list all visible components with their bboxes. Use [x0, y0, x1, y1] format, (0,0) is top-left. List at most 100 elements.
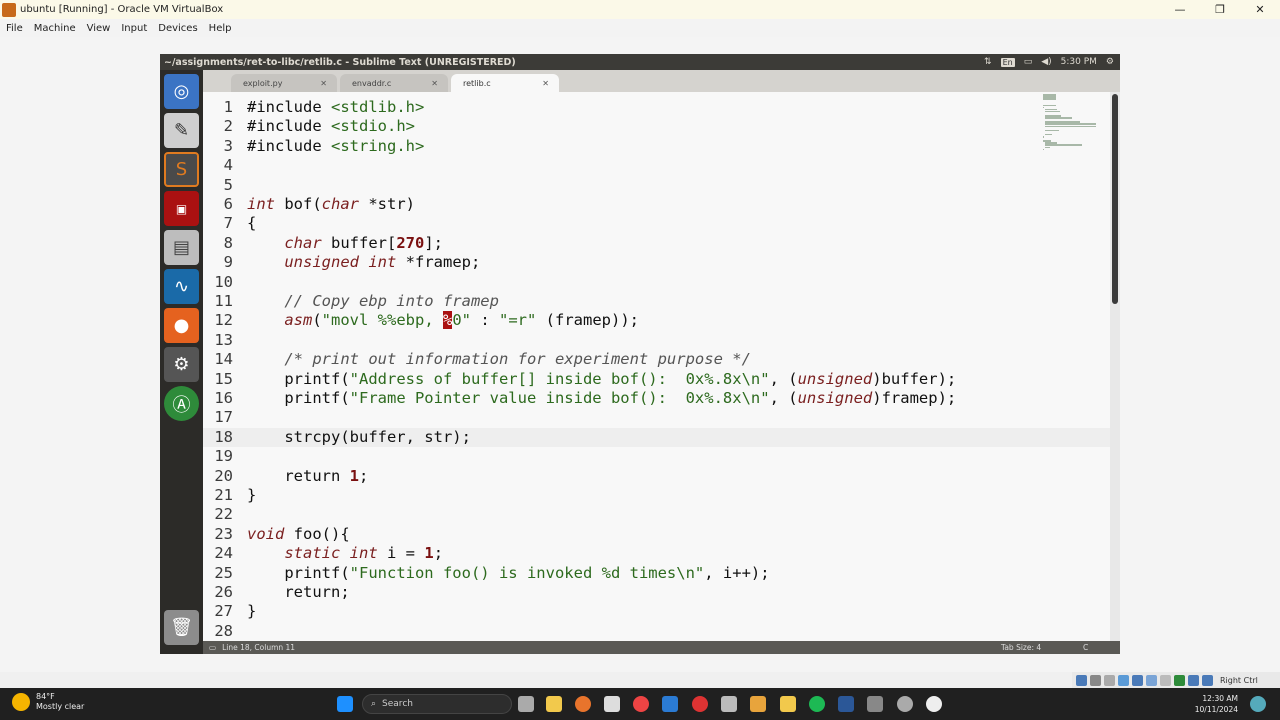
wireshark-icon[interactable]: ∿ — [164, 269, 199, 304]
mouse-integration-icon[interactable] — [1202, 674, 1213, 686]
tab-exploit-py[interactable]: exploit.py ✕ — [231, 74, 337, 92]
restore-button[interactable]: ❐ — [1200, 0, 1240, 19]
word-icon[interactable] — [838, 696, 854, 712]
tab-size-indicator[interactable]: Tab Size: 4 — [1001, 643, 1041, 652]
spotify-icon[interactable] — [809, 696, 825, 712]
code-line[interactable]: void foo(){ — [247, 525, 350, 544]
code-line[interactable]: printf("Frame Pointer value inside bof()… — [247, 389, 956, 408]
battery-icon[interactable]: ▭ — [1024, 57, 1033, 67]
tab-label: exploit.py — [243, 79, 283, 88]
app-icon-8[interactable] — [721, 696, 737, 712]
settings-icon[interactable] — [867, 696, 883, 712]
line-number: 8 — [223, 233, 233, 252]
volume-icon[interactable]: ◀) — [1041, 57, 1051, 67]
firefox-icon[interactable]: ● — [164, 308, 199, 343]
chrome-icon[interactable] — [633, 696, 649, 712]
file-cabinet-icon[interactable]: ▤ — [164, 230, 199, 265]
audio-icon[interactable] — [1104, 674, 1115, 686]
search-box[interactable]: ⌕ Search — [362, 694, 512, 714]
taskbar-clock[interactable]: 12:30 AM 10/11/2024 — [1195, 693, 1238, 715]
trash-icon[interactable]: 🗑 — [164, 610, 199, 645]
code-line[interactable]: return 1; — [247, 467, 368, 486]
cpu-icon[interactable] — [1188, 674, 1199, 686]
code-line[interactable]: char buffer[270]; — [247, 234, 443, 253]
tab-envaddr-c[interactable]: envaddr.c ✕ — [340, 74, 448, 92]
code-line[interactable]: // Copy ebp into framep — [247, 292, 499, 311]
code-line[interactable]: } — [247, 486, 256, 505]
minimap[interactable] — [1043, 94, 1103, 154]
minimap-line — [1043, 98, 1057, 100]
scrollbar-thumb[interactable] — [1112, 94, 1118, 304]
code-line[interactable]: asm("movl %%ebp, %0" : "=r" (framep)); — [247, 311, 639, 330]
code-line[interactable]: } — [247, 602, 256, 621]
close-button[interactable]: ✕ — [1240, 0, 1280, 19]
line-number: 21 — [214, 486, 233, 504]
minimize-button[interactable]: — — [1160, 0, 1200, 19]
panel-toggle-icon[interactable]: ▭ — [209, 643, 216, 652]
code-line[interactable]: static int i = 1; — [247, 544, 443, 563]
settings-gear-icon[interactable]: ⚙ — [1106, 57, 1114, 67]
task-view-icon[interactable] — [518, 696, 534, 712]
code-editor[interactable]: 1 2 3 4 5 6 7 8 9 10 11 12 13 14 15 16 17 18 19 20 21 22 23 24 2… — [203, 92, 1110, 641]
code-line[interactable]: #include <stdio.h> — [247, 117, 415, 136]
hard-disk-icon[interactable] — [1076, 674, 1087, 686]
line-number: 15 — [214, 369, 233, 388]
app-icon-7[interactable] — [692, 696, 708, 712]
network-adapter-icon[interactable] — [1118, 674, 1129, 686]
menu-input[interactable]: Input — [121, 23, 147, 34]
store-icon[interactable] — [662, 696, 678, 712]
line-number: 22 — [214, 505, 233, 524]
line-number: 18 — [214, 427, 233, 446]
code-line[interactable]: unsigned int *framep; — [247, 253, 480, 272]
display-icon[interactable] — [1160, 674, 1171, 686]
line-number: 7 — [223, 214, 233, 233]
code-line[interactable]: strcpy(buffer, str); — [247, 428, 471, 447]
code-line[interactable]: printf("Address of buffer[] inside bof()… — [247, 370, 956, 389]
usb-icon[interactable] — [1132, 674, 1143, 686]
app-icon-15[interactable] — [926, 696, 942, 712]
firefox-taskbar-icon[interactable] — [575, 696, 591, 712]
app-icon-9[interactable] — [750, 696, 766, 712]
optical-drive-icon[interactable] — [1090, 674, 1101, 686]
notification-icon[interactable] — [1250, 696, 1266, 712]
code-area[interactable]: #include <stdlib.h> #include <stdio.h> #in… — [247, 92, 1077, 641]
text-editor-icon[interactable]: ✎ — [164, 113, 199, 148]
code-line[interactable]: #include <stdlib.h> — [247, 98, 424, 117]
keyboard-layout-indicator[interactable]: En — [1000, 57, 1015, 67]
code-line[interactable]: int bof(char *str) — [247, 195, 415, 214]
ubuntu-dash-icon[interactable]: ◎ — [164, 74, 199, 109]
start-icon[interactable] — [337, 696, 353, 712]
app-icon-10[interactable] — [780, 696, 796, 712]
clock-indicator[interactable]: 5:30 PM — [1061, 57, 1097, 67]
weather-widget[interactable]: 84°F Mostly clear — [12, 692, 84, 712]
system-settings-icon[interactable]: ⚙ — [164, 347, 199, 382]
code-line[interactable]: printf("Function foo() is invoked %d tim… — [247, 564, 769, 583]
menu-devices[interactable]: Devices — [158, 23, 197, 34]
close-tab-icon[interactable]: ✕ — [320, 79, 327, 88]
code-line[interactable]: /* print out information for experiment … — [247, 350, 751, 369]
close-tab-icon[interactable]: ✕ — [431, 79, 438, 88]
app-icon-14[interactable] — [897, 696, 913, 712]
vertical-scrollbar[interactable] — [1110, 92, 1120, 641]
menu-help[interactable]: Help — [209, 23, 232, 34]
sublime-text-icon[interactable]: S — [164, 152, 199, 187]
tab-retlib-c[interactable]: retlib.c ✕ — [451, 74, 559, 92]
line-number: 1 — [223, 98, 233, 116]
menu-file[interactable]: File — [6, 23, 23, 34]
file-explorer-icon[interactable] — [546, 696, 562, 712]
software-updater-icon[interactable]: Ⓐ — [164, 386, 199, 421]
menu-view[interactable]: View — [87, 23, 111, 34]
shared-folders-icon[interactable] — [1146, 674, 1157, 686]
code-line[interactable]: return; — [247, 583, 349, 602]
syntax-indicator[interactable]: C — [1083, 643, 1088, 652]
menu-machine[interactable]: Machine — [34, 23, 76, 34]
code-line[interactable]: { — [247, 214, 256, 233]
line-number: 28 — [214, 621, 233, 640]
line-number: 23 — [214, 524, 233, 543]
close-tab-icon[interactable]: ✕ — [542, 79, 549, 88]
app-icon-4[interactable] — [604, 696, 620, 712]
network-icon[interactable]: ⇅ — [984, 57, 992, 67]
terminal-icon[interactable]: ▣ — [164, 191, 199, 226]
code-line[interactable]: #include <string.h> — [247, 137, 424, 156]
recording-icon[interactable] — [1174, 674, 1185, 686]
